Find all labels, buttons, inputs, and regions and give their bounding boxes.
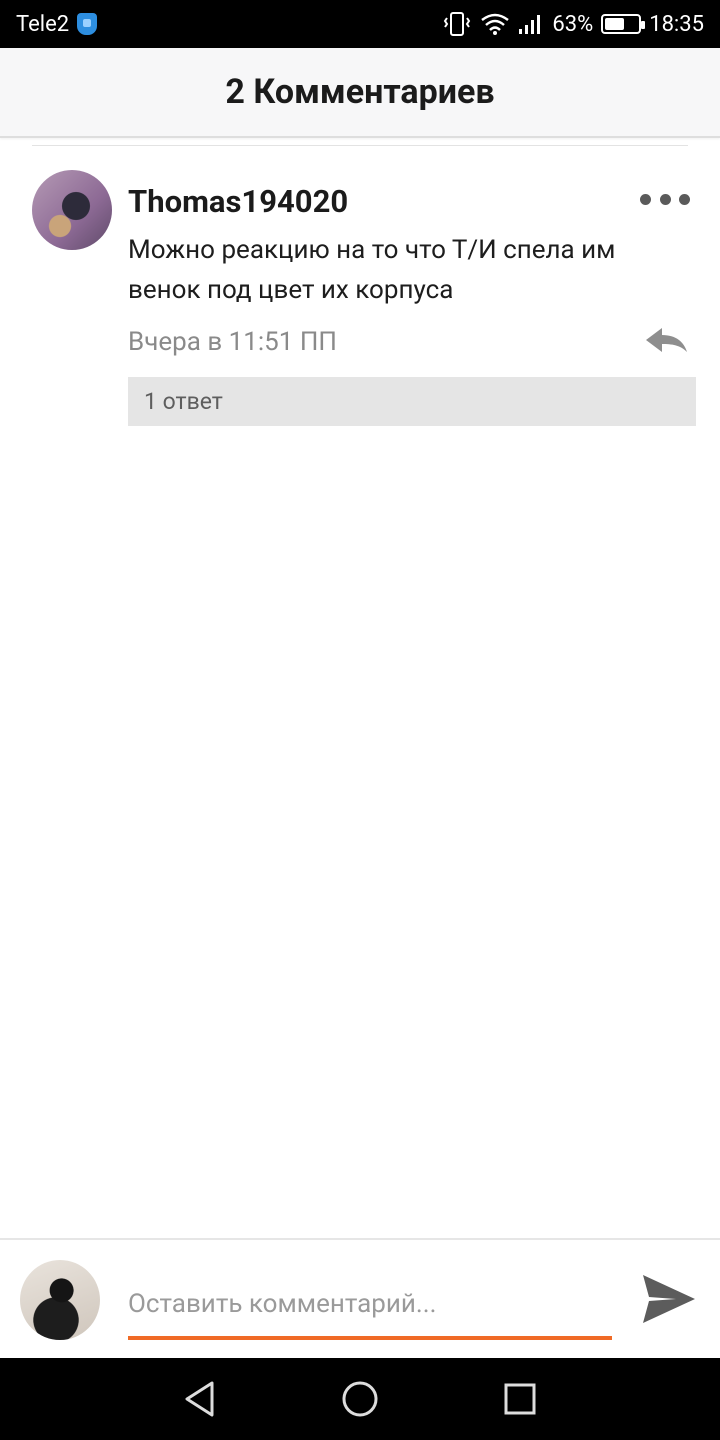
more-options-icon[interactable] [640,188,690,210]
send-icon[interactable] [640,1272,698,1326]
wifi-icon [480,12,510,36]
replies-button[interactable]: 1 ответ [128,377,696,426]
status-left: Tele2 [16,11,98,37]
system-nav-bar [0,1358,720,1440]
avatar[interactable] [32,170,112,250]
comment-username[interactable]: Thomas194020 [128,183,348,220]
comment-text: Можно реакцию на то что Т/И спела им вен… [128,235,616,305]
header: 2 Комментариев [0,48,720,138]
shield-icon [77,13,98,35]
battery-icon [601,14,646,34]
input-underline [128,1336,612,1340]
comment-composer [0,1238,720,1358]
replies-label: 1 ответ [144,388,223,415]
battery-percent: 63% [552,11,594,37]
clock: 18:35 [649,11,704,37]
recents-icon[interactable] [490,1369,550,1429]
avatar [20,1260,100,1340]
battery-fill [605,18,624,30]
comments-screen: Tele2 63% 18:35 2 Комментариев Thomas194… [0,0,720,1440]
vibrate-icon [442,11,472,37]
reply-icon[interactable] [642,322,690,358]
comment-timestamp: Вчера в 11:51 ПП [128,327,337,357]
status-bar: Tele2 63% 18:35 [0,0,720,48]
status-right: 63% 18:35 [442,11,704,37]
comment-input[interactable] [128,1278,612,1330]
back-icon[interactable] [170,1369,230,1429]
home-icon[interactable] [330,1369,390,1429]
carrier-label: Tele2 [16,11,70,37]
page-title: 2 Комментариев [225,72,495,112]
signal-icon [518,13,544,35]
divider [32,145,688,146]
